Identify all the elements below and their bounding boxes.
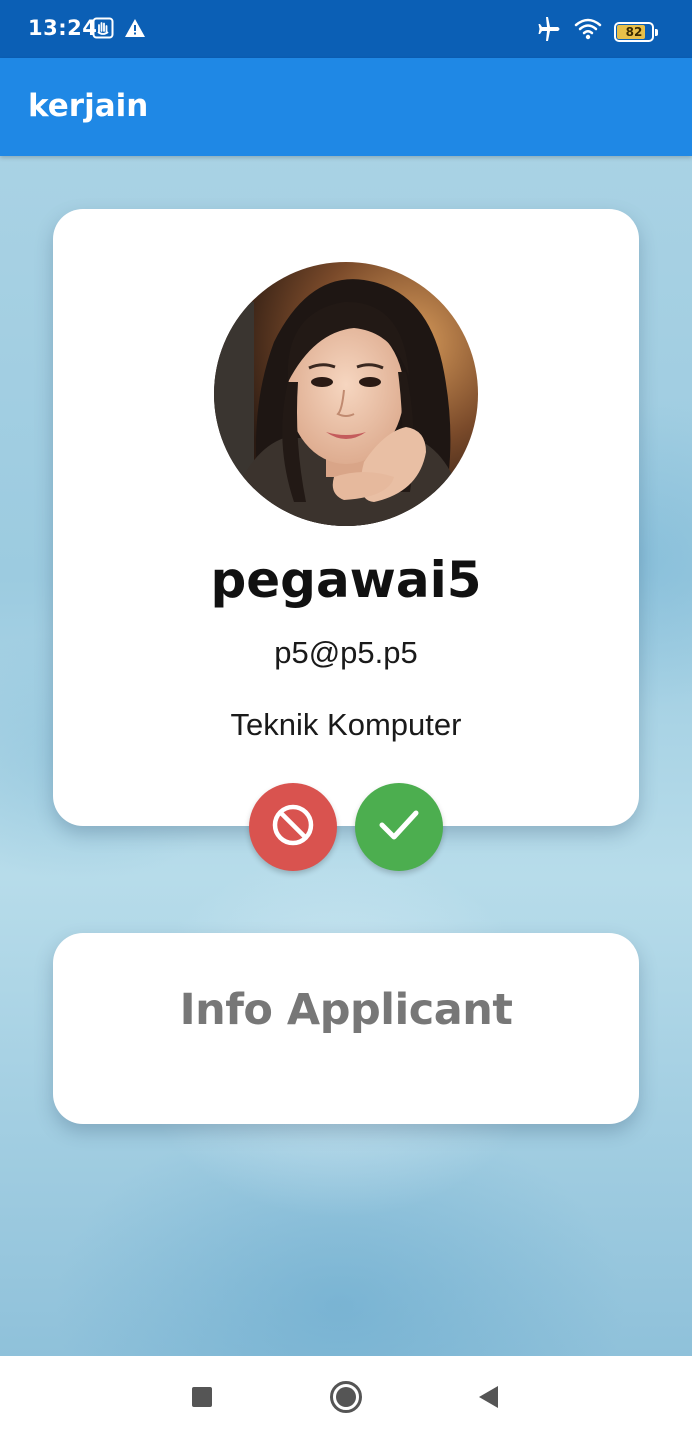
app-bar: kerjain bbox=[0, 58, 692, 156]
home-button[interactable] bbox=[329, 1380, 363, 1419]
accept-button[interactable] bbox=[355, 783, 443, 871]
nav-bar bbox=[0, 1356, 692, 1440]
reject-button[interactable] bbox=[249, 783, 337, 871]
battery-level: 82 bbox=[625, 24, 643, 39]
back-button[interactable] bbox=[471, 1382, 505, 1416]
recents-icon bbox=[191, 1386, 213, 1413]
status-bar: 13:24 82 bbox=[0, 0, 692, 58]
home-icon bbox=[329, 1380, 363, 1419]
block-icon bbox=[270, 802, 316, 853]
check-icon bbox=[377, 807, 421, 848]
profile-major: Teknik Komputer bbox=[230, 707, 462, 742]
info-applicant-card[interactable]: Info Applicant bbox=[53, 933, 639, 1124]
status-left-icons bbox=[92, 17, 146, 44]
app-title: kerjain bbox=[28, 88, 149, 124]
battery-icon: 82 bbox=[614, 21, 658, 42]
profile-email: p5@p5.p5 bbox=[274, 635, 418, 670]
status-time: 13:24 bbox=[28, 16, 98, 40]
recents-button[interactable] bbox=[185, 1382, 219, 1416]
airplane-icon bbox=[536, 17, 562, 46]
hand-icon bbox=[92, 17, 114, 44]
warning-icon bbox=[124, 18, 146, 43]
profile-card: pegawai5 p5@p5.p5 Teknik Komputer bbox=[53, 209, 639, 826]
back-icon bbox=[476, 1384, 500, 1415]
profile-name: pegawai5 bbox=[210, 551, 482, 609]
status-right-icons: 82 bbox=[536, 17, 658, 46]
info-applicant-title: Info Applicant bbox=[179, 985, 513, 1035]
screen: 13:24 82 kerjain pegawai5 p5@p5.p5 Tekni… bbox=[0, 0, 692, 1440]
wifi-icon bbox=[574, 18, 602, 45]
avatar bbox=[214, 262, 478, 526]
